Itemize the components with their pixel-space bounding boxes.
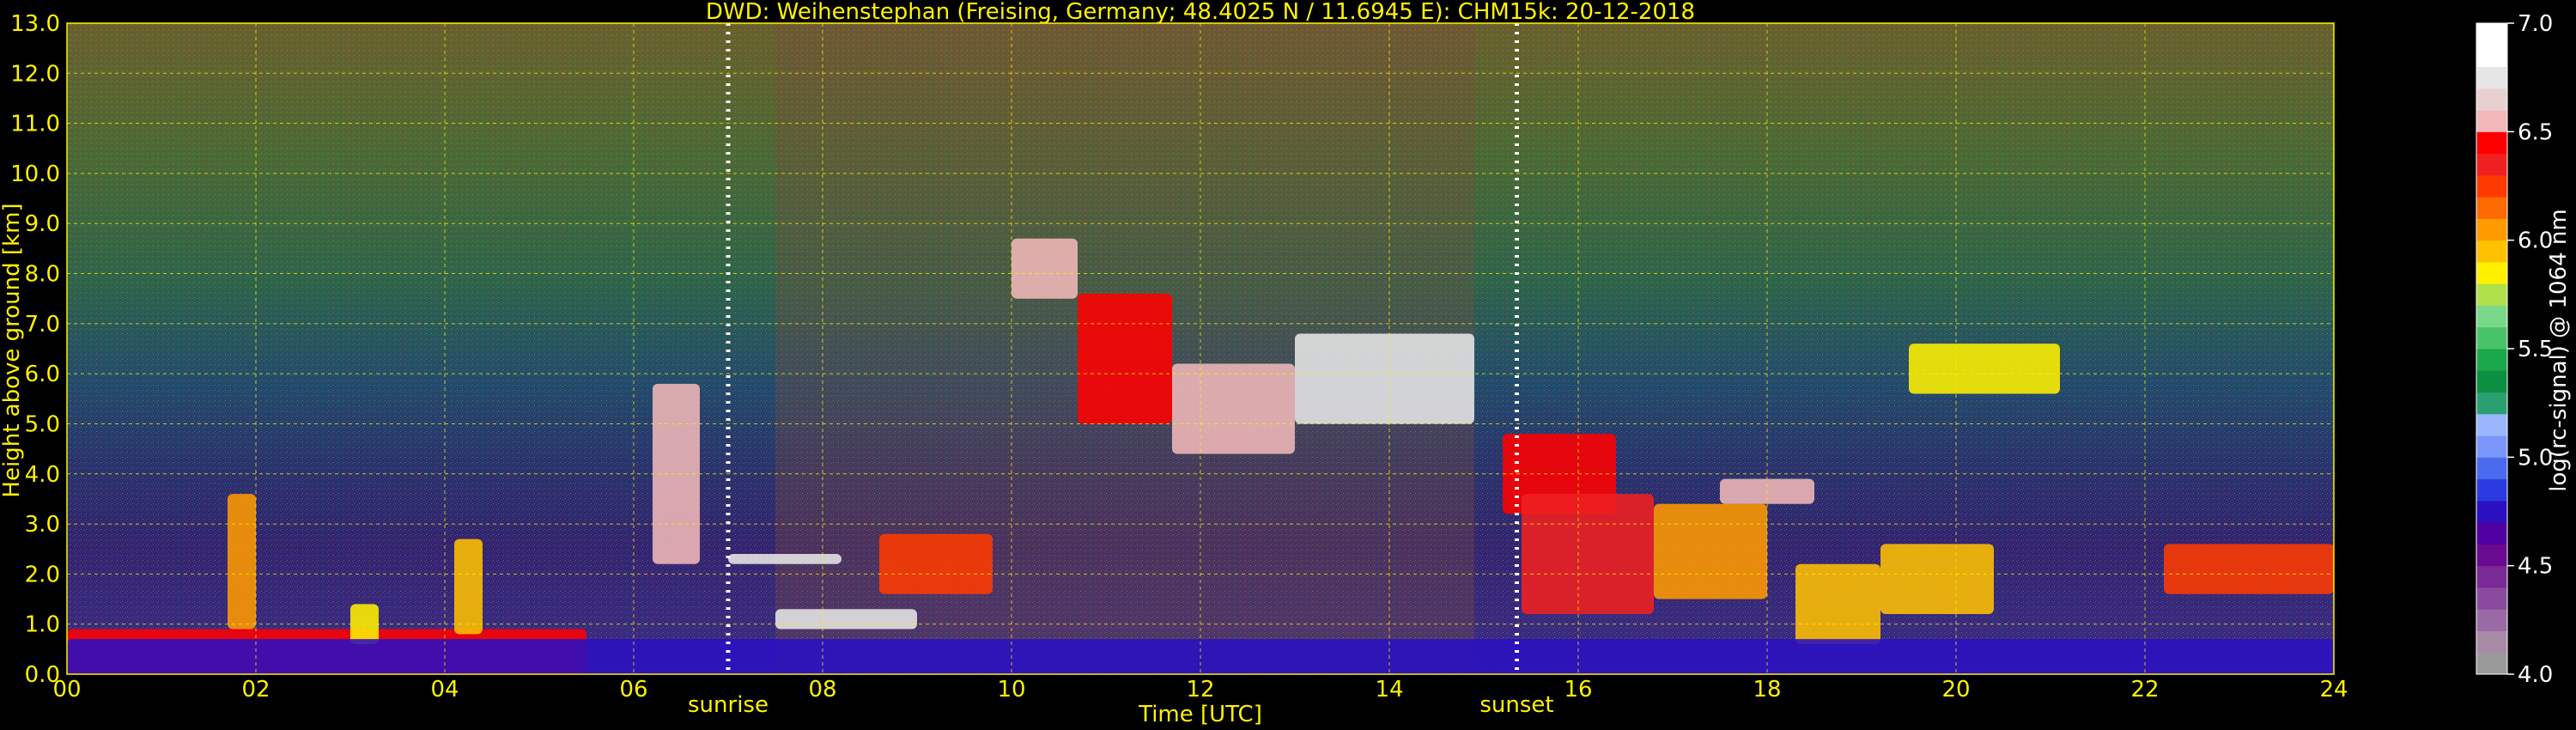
x-axis-label: Time [UTC] [1138, 702, 1262, 727]
colorbar-segment [2476, 413, 2507, 436]
cloud-layer-7 [879, 533, 993, 594]
x-tick-label: 18 [1753, 677, 1781, 703]
ceilometer-figure: 0.0 1.0 2.0 3.0 4.0 5.0 6.0 7.0 8.0 9.0 10.0 11.0 12… [0, 0, 2576, 730]
colorbar-segment [2476, 457, 2507, 480]
y-axis-label: Height above ground [km] [0, 203, 25, 497]
colorbar-segment [2476, 261, 2507, 284]
colorbar-segment [2476, 110, 2507, 132]
colorbar-tick-label: 7.0 [2518, 11, 2553, 37]
colorbar-segment [2476, 478, 2507, 502]
cloud-layer-5 [728, 554, 841, 564]
cloud-layer-3 [454, 538, 483, 635]
x-tick-label: 08 [808, 677, 836, 703]
x-tick-labels: 00 02 04 06 08 10 12 14 16 18 20 22 24 [52, 677, 2348, 703]
colorbar-segment [2476, 435, 2507, 458]
cloud-layer-13 [1522, 494, 1654, 615]
colorbar-segment [2476, 652, 2507, 675]
colorbar-segment [2476, 370, 2507, 393]
colorbar-segment [2476, 630, 2507, 654]
colorbar-segment [2476, 609, 2507, 631]
colorbar-segment [2476, 88, 2507, 111]
cloud-layer-9 [1078, 293, 1172, 424]
colorbar-segment [2476, 283, 2507, 306]
cloud-layer-18 [1909, 344, 2060, 394]
colorbar-tick-label: 4.5 [2518, 554, 2553, 580]
y-tick-label: 9.0 [25, 211, 60, 237]
colorbar-label: log(rc-signal) @ 1064 nm [2546, 209, 2572, 491]
colorbar-segment [2476, 392, 2507, 415]
x-tick-label: 22 [2130, 677, 2159, 703]
y-tick-label: 11.0 [10, 112, 60, 137]
x-tick-label: 14 [1375, 677, 1403, 703]
y-tick-label: 4.0 [25, 462, 60, 488]
colorbar-segment [2476, 45, 2507, 68]
sunset-label: sunset [1479, 692, 1553, 718]
x-tick-label: 02 [241, 677, 270, 703]
y-tick-label: 3.0 [25, 512, 60, 538]
y-tick-label: 1.0 [25, 612, 60, 638]
ceilometer-chart: 0.01.02.03.04.05.06.07.08.09.010.011.012… [0, 0, 2572, 727]
colorbar-segment [2476, 66, 2507, 89]
colorbar-segment [2476, 522, 2507, 544]
x-tick-label: 16 [1564, 677, 1592, 703]
colorbar-tick-label: 4.0 [2518, 662, 2553, 688]
x-tick-label: 04 [430, 677, 459, 703]
chart-title: DWD: Weihenstephan (Freising, Germany; 4… [706, 0, 1695, 25]
cloud-layer-6 [775, 609, 917, 630]
y-tick-label: 8.0 [25, 262, 60, 288]
sunrise-label: sunrise [688, 692, 769, 718]
colorbar-segment [2476, 174, 2507, 198]
colorbar-segment [2476, 305, 2507, 328]
y-tick-label: 13.0 [10, 11, 60, 37]
colorbar-segment [2476, 326, 2507, 350]
cloud-layer-17 [1880, 544, 1994, 615]
y-tick-label: 12.0 [10, 61, 60, 87]
colorbar-segment [2476, 218, 2507, 241]
colorbar-segment [2476, 587, 2507, 610]
colorbar-segment [2476, 565, 2507, 588]
y-tick-label: 6.0 [25, 362, 60, 387]
y-tick-label: 5.0 [25, 411, 60, 437]
colorbar-segment [2476, 500, 2507, 523]
y-tick-label: 7.0 [25, 312, 60, 338]
cloud-layer-8 [1012, 238, 1078, 299]
colorbar-segment [2476, 349, 2507, 371]
x-tick-label: 20 [1941, 677, 1970, 703]
cloud-layer-14 [1654, 503, 1767, 599]
y-tick-label: 2.0 [25, 562, 60, 587]
colorbar-segment [2476, 197, 2507, 219]
cloud-layer-11 [1295, 333, 1474, 424]
colorbar-segment [2476, 240, 2507, 263]
x-tick-label: 00 [52, 677, 81, 703]
colorbar-segment [2476, 131, 2507, 155]
x-tick-label: 10 [997, 677, 1025, 703]
colorbar-tick-label: 6.5 [2518, 119, 2553, 145]
x-tick-label: 06 [619, 677, 647, 703]
colorbar-segment [2476, 153, 2507, 176]
x-tick-label: 24 [2319, 677, 2348, 703]
colorbar-segment [2476, 23, 2507, 46]
cloud-layer-1 [228, 494, 256, 630]
x-tick-label: 12 [1186, 677, 1214, 703]
cloud-layer-16 [1795, 563, 1880, 645]
colorbar: 4.04.55.05.56.06.57.0 [2476, 11, 2553, 688]
colorbar-segment [2476, 544, 2507, 567]
y-tick-label: 10.0 [10, 161, 60, 187]
cloud-layer-19 [2164, 544, 2334, 594]
cloud-layer-10 [1172, 363, 1295, 454]
